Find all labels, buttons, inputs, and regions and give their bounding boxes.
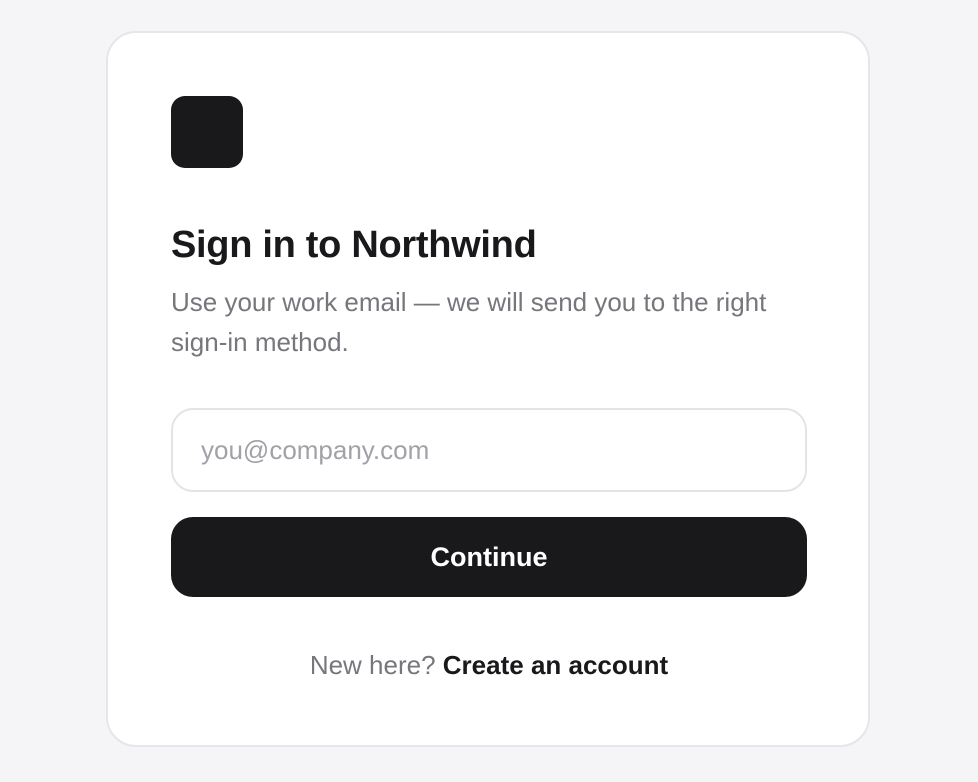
signup-prompt-text: New here? — [309, 650, 443, 680]
signin-card: Sign in to Northwind Use your work email… — [106, 31, 870, 747]
brand-logo-icon — [171, 96, 243, 168]
continue-button[interactable]: Continue — [171, 517, 807, 597]
signup-prompt: New here? Create an account — [171, 645, 807, 685]
email-input[interactable] — [171, 408, 807, 492]
create-account-link[interactable]: Create an account — [443, 650, 668, 680]
page-subtitle: Use your work email — we will send you t… — [171, 287, 767, 357]
page-title: Sign in to Northwind — [171, 224, 537, 266]
